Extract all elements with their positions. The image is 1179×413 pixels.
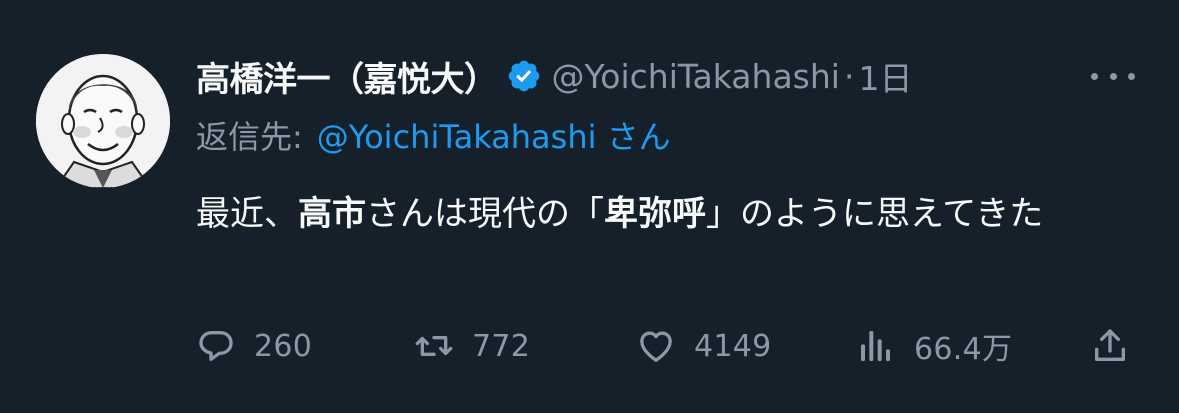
- views-button[interactable]: 66.4万: [856, 318, 1012, 374]
- retweet-count: 772: [472, 328, 531, 364]
- reply-count: 260: [254, 328, 313, 364]
- action-bar: 260 772 4149 66.4万: [196, 318, 1142, 374]
- avatar[interactable]: [36, 54, 170, 188]
- reply-icon: [196, 326, 236, 366]
- more-options-icon[interactable]: [1091, 58, 1135, 94]
- header-separator: ·: [843, 56, 855, 96]
- reply-handle-link[interactable]: @YoichiTakahashi さん: [317, 112, 671, 158]
- reply-button[interactable]: 260: [196, 318, 312, 374]
- views-icon: [856, 326, 896, 366]
- author-handle[interactable]: @YoichiTakahashi: [552, 57, 840, 96]
- verified-badge-icon[interactable]: [506, 58, 542, 94]
- retweet-button[interactable]: 772: [414, 318, 530, 374]
- retweet-icon: [414, 326, 454, 366]
- heart-icon: [636, 326, 676, 366]
- share-button[interactable]: [1090, 318, 1148, 374]
- like-button[interactable]: 4149: [636, 318, 772, 374]
- tweet-header: 高橋洋一（嘉悦大） @YoichiTakahashi · 1日: [196, 48, 912, 104]
- tweet-text-part: 最近、: [196, 194, 298, 234]
- reply-context: 返信先: @YoichiTakahashi さん: [196, 110, 671, 160]
- like-count: 4149: [694, 328, 772, 364]
- timestamp[interactable]: 1日: [858, 52, 912, 100]
- tweet-text: 最近、高市さんは現代の「卑弥呼」のように思えてきた: [196, 186, 1156, 242]
- tweet-text-part: さんは現代の「: [366, 194, 604, 234]
- tweet-text-bold: 高市: [298, 194, 366, 234]
- tweet-text-part: 」のように思えてきた: [706, 194, 1044, 234]
- tweet-text-bold: 卑弥呼: [604, 194, 706, 234]
- display-name[interactable]: 高橋洋一（嘉悦大）: [196, 52, 498, 101]
- reply-label: 返信先:: [196, 118, 303, 156]
- share-icon: [1090, 326, 1130, 366]
- tweet[interactable]: 高橋洋一（嘉悦大） @YoichiTakahashi · 1日 返信先: @Yo…: [0, 0, 1179, 413]
- view-count: 66.4万: [914, 332, 1013, 367]
